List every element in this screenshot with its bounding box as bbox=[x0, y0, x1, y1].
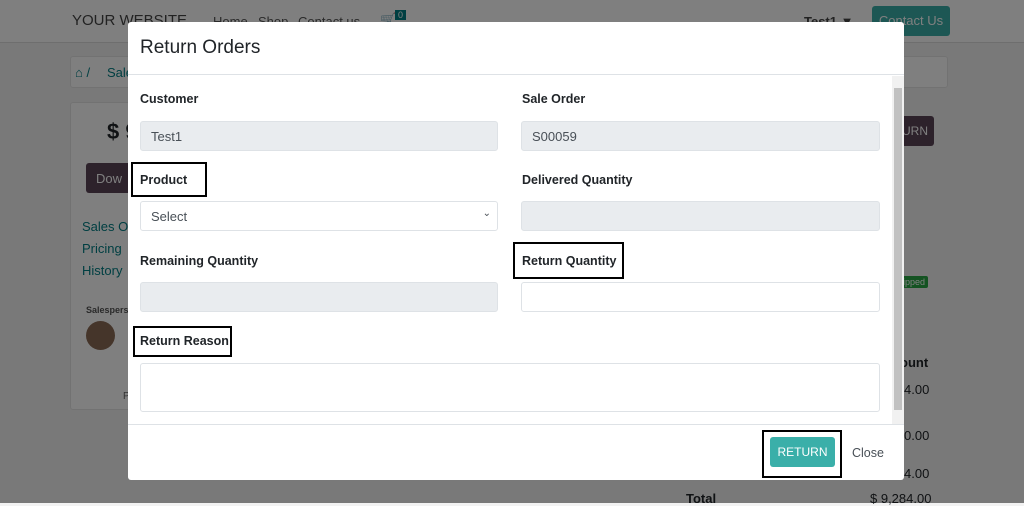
sale-order-label: Sale Order bbox=[522, 92, 586, 106]
return-reason-label: Return Reason bbox=[140, 334, 229, 348]
return-quantity-label: Return Quantity bbox=[522, 254, 617, 268]
sale-order-field[interactable]: S00059 bbox=[521, 121, 880, 151]
product-selected: Select bbox=[151, 209, 188, 224]
delivered-quantity-label: Delivered Quantity bbox=[522, 173, 633, 187]
remaining-quantity-field[interactable] bbox=[140, 282, 498, 312]
modal-title: Return Orders bbox=[140, 37, 261, 58]
scrollbar-thumb[interactable] bbox=[894, 88, 902, 410]
customer-label: Customer bbox=[140, 92, 199, 106]
delivered-quantity-field[interactable] bbox=[521, 201, 880, 231]
modal-header: Return Orders bbox=[128, 22, 904, 75]
product-label: Product bbox=[140, 173, 188, 187]
return-quantity-input[interactable] bbox=[521, 282, 880, 312]
close-button[interactable]: Close bbox=[852, 446, 884, 460]
return-orders-modal: Return Orders Customer Test1 Sale Order … bbox=[128, 22, 904, 480]
remaining-quantity-label: Remaining Quantity bbox=[140, 254, 259, 268]
modal-scrollbar[interactable] bbox=[892, 76, 904, 424]
return-button[interactable]: RETURN bbox=[770, 437, 835, 467]
customer-field[interactable]: Test1 bbox=[140, 121, 498, 151]
modal-footer bbox=[128, 424, 904, 425]
product-select[interactable]: Select ⌄ bbox=[140, 201, 498, 231]
return-reason-textarea[interactable] bbox=[140, 363, 880, 412]
chevron-down-icon: ⌄ bbox=[482, 208, 491, 219]
